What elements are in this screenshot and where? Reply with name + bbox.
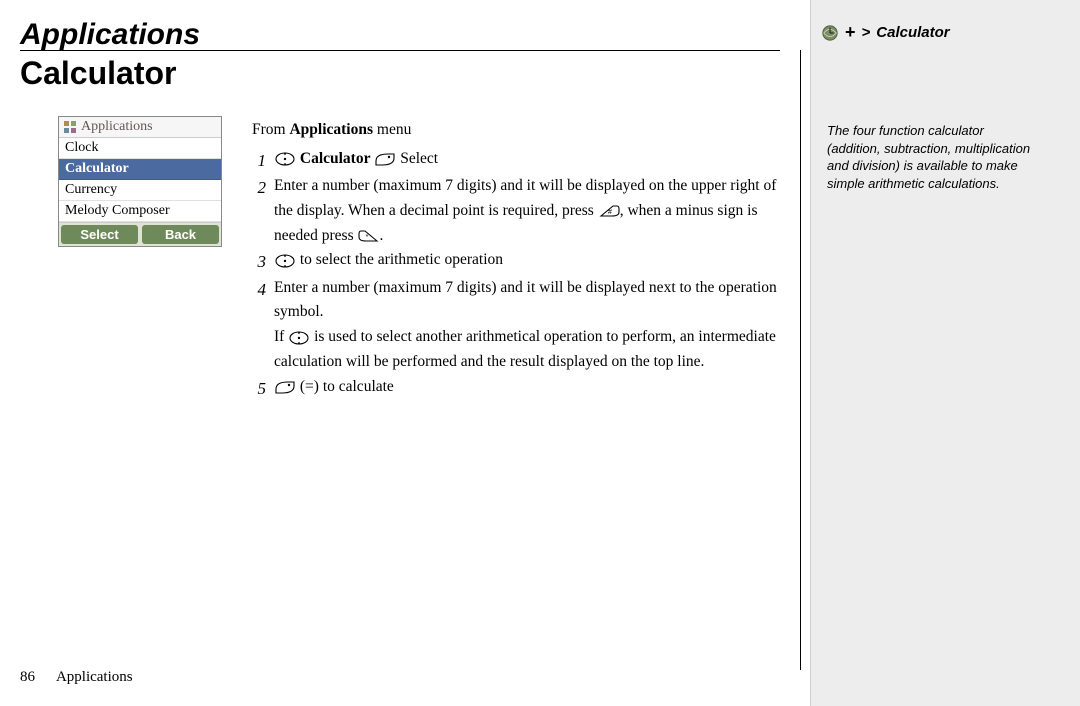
phone-menu-item-melody-composer: Melody Composer [59,201,221,222]
page-title: Calculator [20,55,176,92]
nav-key-icon [274,253,296,269]
footer-section-label: Applications [56,669,133,685]
step4-text-a: Enter a number (maximum 7 digits) and it… [274,279,777,321]
lead-suffix: menu [373,121,411,138]
phone-softkey-bar: Select Back [59,222,221,246]
breadcrumb: + > Calculator [821,22,1070,43]
step3-text: to select the arithmetic operation [296,251,503,268]
manual-page: Applications Calculator + > Calculator T… [0,0,1080,706]
select-key-icon [274,379,296,395]
step-body: (=) to calculate [274,375,782,400]
lead-bold: Applications [289,121,373,138]
phone-menu-item-clock: Clock [59,138,221,159]
lead-prefix: From [252,121,289,138]
step-1: 1 Calculator Select [252,147,782,174]
svg-text:#: # [608,209,612,216]
step-5: 5 (=) to calculate [252,375,782,402]
step4-text-c: is used to select another arithmetical o… [274,328,776,370]
step-number: 3 [252,248,266,275]
phone-screenshot: Applications Clock Calculator Currency M… [58,116,222,247]
step-3: 3 to select the arithmetic operation [252,248,782,275]
select-key-icon [374,151,396,167]
nav-key-icon [274,151,296,167]
phone-header-label: Applications [81,119,153,135]
step-number: 1 [252,147,266,174]
phone-menu-header: Applications [59,117,221,138]
horizontal-rule [20,50,780,51]
clock-icon [821,24,839,42]
plus-icon: + [845,22,856,43]
vertical-separator [800,50,801,670]
star-key-icon: * [358,228,380,244]
instructions-block: From Applications menu 1 Calculator Sele… [252,118,782,402]
step-body: Enter a number (maximum 7 digits) and it… [274,174,782,248]
step2-text-c: . [380,227,384,244]
step-number: 4 [252,276,266,303]
phone-menu-item-calculator: Calculator [59,159,221,180]
breadcrumb-label: Calculator [876,24,949,41]
step-body: Enter a number (maximum 7 digits) and it… [274,276,782,375]
breadcrumb-separator: > [862,24,871,41]
page-number: 86 [20,669,35,685]
step5-text: (=) to calculate [296,378,394,395]
phone-softkey-select: Select [61,225,138,244]
sidebar: + > Calculator The four function calcula… [810,0,1080,706]
lead-line: From Applications menu [252,118,782,143]
step1-after: Select [400,150,438,167]
step-body: Calculator Select [274,147,782,172]
step-number: 2 [252,174,266,201]
step-4: 4 Enter a number (maximum 7 digits) and … [252,276,782,375]
phone-menu-item-currency: Currency [59,180,221,201]
step4-text-b: If [274,328,288,345]
section-heading: Applications [20,18,200,52]
sidebar-note: The four function calculator (addition, … [827,122,1035,192]
step-number: 5 [252,375,266,402]
applications-icon [63,120,77,134]
svg-text:*: * [365,234,368,241]
hash-key-icon: # [598,203,620,219]
nav-key-icon [288,330,310,346]
step-body: to select the arithmetic operation [274,248,782,273]
phone-softkey-back: Back [142,225,219,244]
step1-bold: Calculator [300,150,371,167]
page-footer: 86 Applications [20,669,133,686]
step-2: 2 Enter a number (maximum 7 digits) and … [252,174,782,248]
